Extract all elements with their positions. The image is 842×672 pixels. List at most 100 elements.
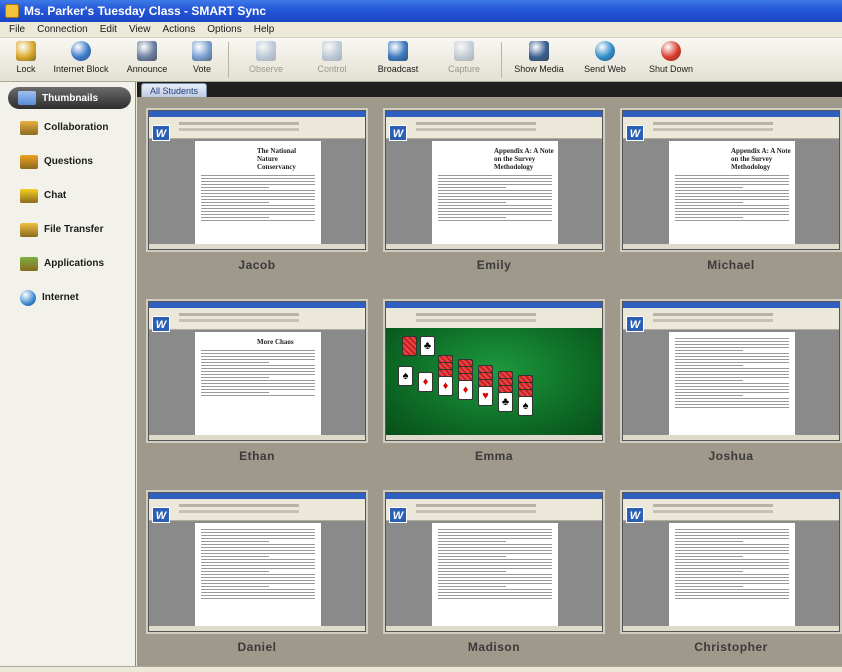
text-line (438, 193, 552, 194)
tab-all-students[interactable]: All Students (141, 83, 208, 97)
document-headline: Appendix A: A Note on the Survey Methodo… (731, 147, 791, 171)
sidebar-item-questions[interactable]: Questions (0, 145, 135, 178)
student-screen-preview[interactable]: W (622, 492, 840, 632)
student-thumbnail-daniel[interactable]: W Daniel (148, 492, 366, 672)
sidebar-item-file-transfer[interactable]: File Transfer (0, 213, 135, 246)
text-line (201, 532, 315, 533)
text-line (201, 181, 315, 182)
send-web-button[interactable]: Send Web (574, 38, 636, 74)
app-toolbar (623, 308, 839, 330)
text-line (675, 568, 789, 569)
menu-actions[interactable]: Actions (156, 24, 201, 35)
text-line (675, 377, 789, 378)
text-line (675, 571, 744, 572)
student-thumbnail-madison[interactable]: W Madison (385, 492, 603, 672)
student-thumbnail-jacob[interactable]: W The National Nature Conservancy Jacob (148, 110, 366, 292)
document-page: Appendix A: A Note on the Survey Methodo… (669, 141, 795, 245)
show-media-button[interactable]: Show Media (508, 38, 570, 74)
announce-button[interactable]: Announce (116, 38, 178, 74)
student-thumbnail-emily[interactable]: W Appendix A: A Note on the Survey Method… (385, 110, 603, 292)
document-page (195, 523, 321, 627)
text-line (675, 577, 789, 578)
text-line (675, 362, 789, 363)
app-status-bar (149, 435, 365, 440)
observe-button[interactable]: Observe (235, 38, 297, 74)
text-line (438, 220, 552, 221)
text-line (675, 181, 789, 182)
menu-file[interactable]: File (3, 24, 31, 35)
text-line (675, 565, 789, 566)
student-name: Emma (474, 449, 514, 463)
globe-block-icon (71, 41, 91, 61)
text-line (675, 371, 789, 372)
menu-options[interactable]: Options (201, 24, 247, 35)
lock-icon (16, 41, 36, 61)
text-line (201, 589, 315, 590)
text-line (438, 175, 552, 176)
text-line (675, 538, 789, 539)
control-button[interactable]: Control (301, 38, 363, 74)
sidebar-item-internet[interactable]: Internet (0, 281, 135, 314)
student-screen-preview[interactable]: ♣ ♠ ♦ ♦ ♦ ♥ ♣ ♠ (385, 301, 603, 441)
capture-button[interactable]: Capture (433, 38, 495, 74)
app-status-bar (623, 435, 839, 440)
app-toolbar (149, 308, 365, 330)
sidebar-item-label: Internet (42, 292, 79, 303)
text-line (675, 559, 789, 560)
sidebar-item-applications[interactable]: Applications (0, 247, 135, 280)
text-line (201, 547, 315, 548)
student-thumbnail-michael[interactable]: W Appendix A: A Note on the Survey Method… (622, 110, 840, 292)
student-thumbnail-joshua[interactable]: W Joshua (622, 301, 840, 483)
student-screen-preview[interactable]: W The National Nature Conservancy (148, 110, 366, 250)
sidebar-item-chat[interactable]: Chat (0, 179, 135, 212)
document-page: The National Nature Conservancy (195, 141, 321, 245)
text-line (201, 544, 315, 545)
text-line (201, 574, 315, 575)
menu-connection[interactable]: Connection (31, 24, 94, 35)
student-screen-preview[interactable]: W Appendix A: A Note on the Survey Method… (622, 110, 840, 250)
broadcast-button[interactable]: Broadcast (367, 38, 429, 74)
student-screen-preview[interactable]: W (385, 492, 603, 632)
text-line (201, 356, 315, 357)
internet-icon (20, 289, 36, 306)
student-screen-preview[interactable]: W More Chaos (148, 301, 366, 441)
document-headline: Appendix A: A Note on the Survey Methodo… (494, 147, 554, 171)
face-down-card (458, 359, 473, 367)
text-line (675, 562, 789, 563)
text-line (438, 547, 552, 548)
sidebar-item-collaboration[interactable]: Collaboration (0, 111, 135, 144)
text-line (675, 398, 789, 399)
menu-view[interactable]: View (123, 24, 157, 35)
window-title-bar: Ms. Parker's Tuesday Class - SMART Sync (0, 0, 842, 22)
app-status-bar (386, 626, 602, 631)
text-line (438, 541, 507, 542)
text-line (201, 178, 315, 179)
text-line (438, 178, 552, 179)
app-status-bar (149, 244, 365, 249)
student-thumbnail-christopher[interactable]: W Christopher (622, 492, 840, 672)
sidebar-item-label: Chat (44, 190, 67, 201)
student-screen-preview[interactable]: W Appendix A: A Note on the Survey Method… (385, 110, 603, 250)
document-headline: More Chaos (257, 338, 294, 346)
text-line (201, 577, 315, 578)
student-thumbnail-ethan[interactable]: W More Chaos Ethan (148, 301, 366, 483)
lock-button[interactable]: Lock (6, 38, 46, 74)
text-line (438, 529, 552, 530)
sidebar-item-label: Thumbnails (42, 92, 99, 104)
document-page: Appendix A: A Note on the Survey Methodo… (432, 141, 558, 245)
toolbar-label: Observe (248, 64, 283, 74)
shut-down-button[interactable]: Shut Down (640, 38, 702, 74)
menu-help[interactable]: Help (248, 24, 281, 35)
text-line (675, 392, 789, 393)
menu-edit[interactable]: Edit (94, 24, 123, 35)
word-app-icon: W (626, 316, 644, 332)
student-screen-preview[interactable]: W (148, 492, 366, 632)
text-line (201, 380, 315, 381)
app-status-bar (386, 435, 602, 440)
student-screen-preview[interactable]: W (622, 301, 840, 441)
vote-button[interactable]: Vote (182, 38, 222, 74)
student-thumbnail-emma[interactable]: ♣ ♠ ♦ ♦ ♦ ♥ ♣ ♠ Emma (385, 301, 603, 483)
internet-block-button[interactable]: Internet Block (50, 38, 112, 74)
sidebar-item-thumbnails[interactable]: Thumbnails (8, 87, 131, 109)
thumbnail-area: All Students W The National Nature Conser… (137, 82, 842, 672)
